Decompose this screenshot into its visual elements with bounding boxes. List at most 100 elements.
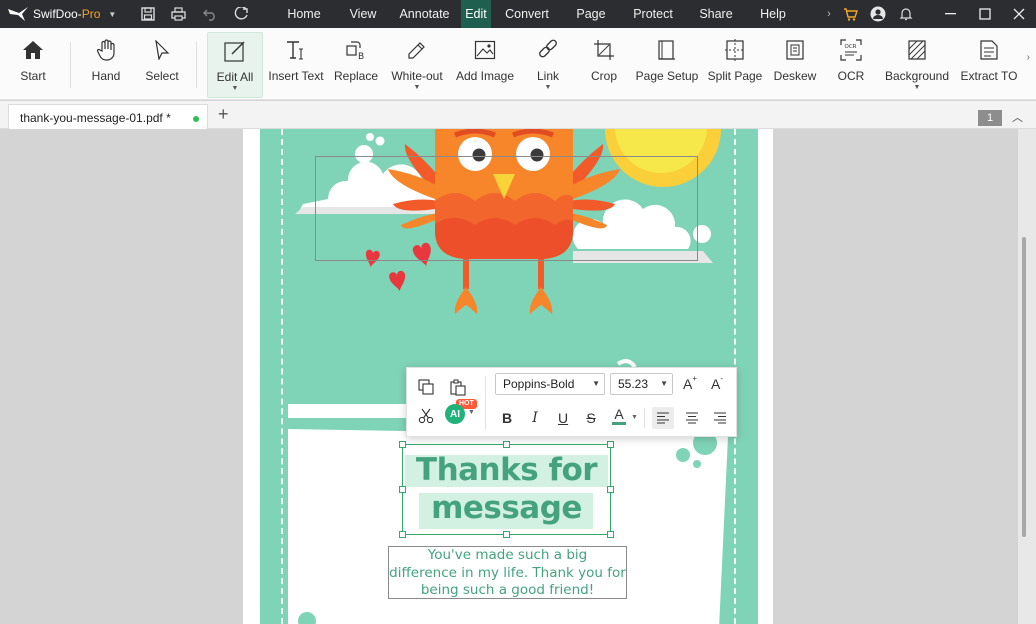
scrollbar-thumb[interactable] — [1022, 237, 1026, 537]
deskew-icon — [783, 38, 807, 62]
notification-bell-icon[interactable] — [892, 0, 920, 28]
resize-handle-br[interactable] — [607, 531, 614, 538]
crop-label: Crop — [590, 69, 617, 83]
menu-protect[interactable]: Protect — [619, 0, 687, 28]
vertical-scrollbar[interactable] — [1018, 129, 1036, 624]
menu-page[interactable]: Page — [563, 0, 619, 28]
body-text[interactable]: You've made such a big difference in my … — [388, 547, 627, 600]
cut-icon[interactable] — [415, 405, 437, 427]
ocr-button[interactable]: OCR OCR — [832, 34, 870, 96]
link-button[interactable]: Link ▼ — [528, 34, 568, 96]
menu-home[interactable]: Home — [270, 0, 338, 28]
menu-annotate[interactable]: Annotate — [388, 0, 461, 28]
align-left-icon[interactable] — [652, 407, 674, 429]
page-setup-button[interactable]: Page Setup — [636, 34, 698, 96]
add-image-label: Add Image — [455, 69, 515, 83]
minimize-icon[interactable] — [934, 0, 968, 28]
menu-help[interactable]: Help — [745, 0, 801, 28]
paste-icon[interactable] — [447, 376, 469, 398]
text-color-swatch — [612, 422, 626, 425]
align-right-icon[interactable] — [709, 407, 731, 429]
redo-icon[interactable] — [225, 0, 256, 28]
copy-icon[interactable] — [415, 376, 437, 398]
page-setup-icon — [655, 38, 679, 62]
image-selection-frame[interactable] — [315, 156, 698, 261]
ai-dropdown-icon[interactable]: ▼ — [468, 409, 475, 416]
title-text[interactable]: Thanks for message — [402, 451, 611, 527]
text-color-dropdown-icon[interactable]: ▼ — [631, 414, 638, 421]
crop-icon — [592, 38, 616, 62]
underline-button[interactable]: U — [552, 407, 574, 429]
white-out-dropdown-icon[interactable]: ▼ — [414, 84, 421, 91]
bold-button[interactable]: B — [496, 407, 518, 429]
menu-overflow-icon[interactable]: › — [822, 0, 836, 28]
edit-all-icon — [223, 39, 247, 63]
resize-handle-mr[interactable] — [607, 486, 614, 493]
background-dropdown-icon[interactable]: ▼ — [914, 84, 921, 91]
print-icon[interactable] — [163, 0, 194, 28]
background-button[interactable]: Background ▼ — [882, 34, 952, 96]
start-button[interactable]: Start — [12, 34, 54, 96]
menu-view[interactable]: View — [338, 0, 388, 28]
card-bottom-bubble — [298, 612, 316, 624]
add-image-icon — [473, 38, 497, 62]
maximize-icon[interactable] — [968, 0, 1002, 28]
resize-handle-tl[interactable] — [399, 441, 406, 448]
save-icon[interactable] — [132, 0, 163, 28]
font-size-select[interactable]: 55.23 ▼ — [610, 373, 673, 395]
resize-handle-bl[interactable] — [399, 531, 406, 538]
menu-share[interactable]: Share — [687, 0, 745, 28]
edit-all-dropdown-icon[interactable]: ▼ — [232, 85, 239, 92]
svg-text:OCR: OCR — [845, 44, 857, 50]
cursor-icon — [150, 38, 174, 62]
account-icon[interactable] — [864, 0, 892, 28]
insert-text-button[interactable]: Insert Text — [267, 34, 325, 96]
increase-font-size-icon[interactable]: A + — [679, 373, 701, 395]
deskew-button[interactable]: Deskew — [772, 34, 818, 96]
collapse-chevron-icon[interactable]: ︿ — [1012, 109, 1023, 125]
ribbon-scroll-right-icon[interactable]: › — [1027, 52, 1030, 63]
font-size-dropdown-icon: ▼ — [660, 379, 668, 388]
edit-all-label: Edit All — [216, 70, 254, 84]
menu-convert[interactable]: Convert — [491, 0, 563, 28]
extract-toc-button[interactable]: Extract TO — [958, 34, 1020, 96]
font-family-select[interactable]: Poppins-Bold ▼ — [495, 373, 605, 395]
app-menu-caret-icon[interactable]: ▼ — [108, 10, 116, 19]
app-logo[interactable]: SwifDoo- Pro ▼ — [8, 7, 126, 21]
link-dropdown-icon[interactable]: ▼ — [545, 84, 552, 91]
add-image-button[interactable]: Add Image — [454, 34, 516, 96]
font-size-value: 55.23 — [618, 377, 649, 391]
close-icon[interactable] — [1002, 0, 1036, 28]
split-page-button[interactable]: Split Page — [706, 34, 764, 96]
edit-all-button[interactable]: Edit All ▼ — [207, 32, 263, 98]
decrease-font-size-icon[interactable]: A- — [706, 373, 728, 395]
resize-handle-tr[interactable] — [607, 441, 614, 448]
add-tab-icon[interactable]: + — [218, 105, 229, 123]
document-tab[interactable]: thank-you-message-01.pdf * — [8, 104, 208, 130]
ai-assistant-button[interactable]: AI — [445, 404, 465, 424]
strikethrough-button[interactable]: S — [580, 407, 602, 429]
background-icon — [905, 38, 929, 62]
text-color-button[interactable]: A — [608, 405, 630, 427]
white-out-button[interactable]: White-out ▼ — [388, 34, 446, 96]
document-tab-strip: thank-you-message-01.pdf * + 1 ︿ — [0, 101, 1036, 130]
crop-button[interactable]: Crop — [584, 34, 624, 96]
italic-button[interactable]: I — [524, 407, 546, 429]
replace-icon: B — [344, 38, 368, 62]
cart-icon[interactable] — [836, 0, 864, 28]
page-setup-label: Page Setup — [635, 69, 699, 83]
align-center-icon[interactable] — [681, 407, 703, 429]
select-button[interactable]: Select — [140, 34, 184, 96]
replace-button[interactable]: B Replace — [333, 34, 379, 96]
resize-handle-bm[interactable] — [503, 531, 510, 538]
title-line-2: message — [431, 490, 582, 526]
menu-edit[interactable]: Edit — [461, 0, 491, 28]
white-out-icon — [405, 38, 429, 62]
insert-text-icon — [284, 38, 308, 62]
body-line-3: being such a good friend! — [420, 582, 595, 598]
undo-icon[interactable] — [194, 0, 225, 28]
resize-handle-ml[interactable] — [399, 486, 406, 493]
resize-handle-tm[interactable] — [503, 441, 510, 448]
hand-button[interactable]: Hand — [84, 34, 128, 96]
text-color-letter: A — [614, 406, 624, 422]
